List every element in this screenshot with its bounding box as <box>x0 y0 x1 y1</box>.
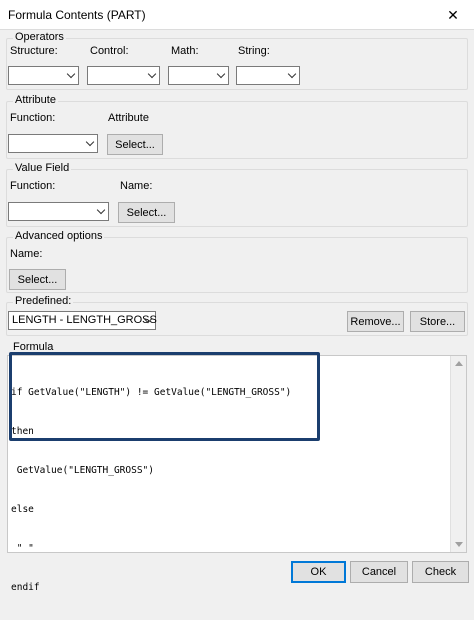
advanced-select-button[interactable]: Select... <box>9 269 66 290</box>
advanced-options-group: Advanced options <box>6 230 468 293</box>
chevron-down-icon <box>66 69 76 79</box>
check-button[interactable]: Check <box>412 561 469 583</box>
operators-group-title: Operators <box>13 31 66 43</box>
predefined-group-title: Predefined: <box>13 295 74 307</box>
formula-line: else <box>11 504 34 515</box>
string-label: String: <box>238 45 270 57</box>
value-field-group-title: Value Field <box>13 162 72 174</box>
scroll-down-arrow-icon[interactable] <box>455 542 463 547</box>
vertical-scrollbar[interactable] <box>450 356 466 552</box>
formula-editor[interactable]: if GetValue("LENGTH") != GetValue("LENGT… <box>7 352 467 593</box>
remove-button[interactable]: Remove... <box>347 311 404 332</box>
window-title: Formula Contents (PART) <box>8 8 146 22</box>
title-bar: Formula Contents (PART) ✕ <box>0 0 474 30</box>
attribute-function-label: Function: <box>10 112 56 124</box>
close-icon[interactable]: ✕ <box>440 3 466 27</box>
attribute-select-button[interactable]: Select... <box>107 134 163 155</box>
control-dropdown[interactable] <box>87 66 160 85</box>
formula-contents-dialog: Formula Contents (PART) ✕ Operators Stru… <box>0 0 474 593</box>
value-field-function-dropdown[interactable] <box>8 202 109 221</box>
chevron-down-icon <box>287 69 297 79</box>
advanced-options-group-title: Advanced options <box>13 230 105 242</box>
math-dropdown[interactable] <box>168 66 229 85</box>
predefined-dropdown[interactable]: LENGTH - LENGTH_GROSS <box>8 311 157 330</box>
ok-button[interactable]: OK <box>291 561 346 583</box>
string-dropdown[interactable] <box>236 66 300 85</box>
scroll-up-arrow-icon[interactable] <box>455 361 463 366</box>
chevron-down-icon <box>216 69 226 79</box>
chevron-down-icon <box>85 137 95 147</box>
structure-dropdown[interactable] <box>8 66 79 85</box>
advanced-name-label: Name: <box>10 248 43 260</box>
formula-line: GetValue("LENGTH_GROSS") <box>11 465 154 476</box>
value-field-select-button[interactable]: Select... <box>118 202 175 223</box>
chevron-down-icon <box>96 205 106 215</box>
formula-group-title: Formula <box>12 341 55 353</box>
math-label: Math: <box>171 45 199 57</box>
value-field-function-label: Function: <box>10 180 56 192</box>
formula-line: endif <box>11 582 40 593</box>
formula-line: if GetValue("LENGTH") != GetValue("LENGT… <box>11 387 292 398</box>
formula-line: " " <box>11 543 34 554</box>
attribute-group-title: Attribute <box>13 94 58 106</box>
value-field-name-label: Name: <box>120 180 153 192</box>
structure-label: Structure: <box>10 45 58 57</box>
chevron-down-icon <box>147 69 157 79</box>
formula-code: if GetValue("LENGTH") != GetValue("LENGT… <box>11 360 291 620</box>
attribute-label: Attribute <box>108 112 149 124</box>
cancel-button[interactable]: Cancel <box>350 561 408 583</box>
store-button[interactable]: Store... <box>410 311 465 332</box>
control-label: Control: <box>90 45 129 57</box>
formula-line: then <box>11 426 34 437</box>
attribute-function-dropdown[interactable] <box>8 134 98 153</box>
predefined-dropdown-value: LENGTH - LENGTH_GROSS <box>12 314 157 326</box>
